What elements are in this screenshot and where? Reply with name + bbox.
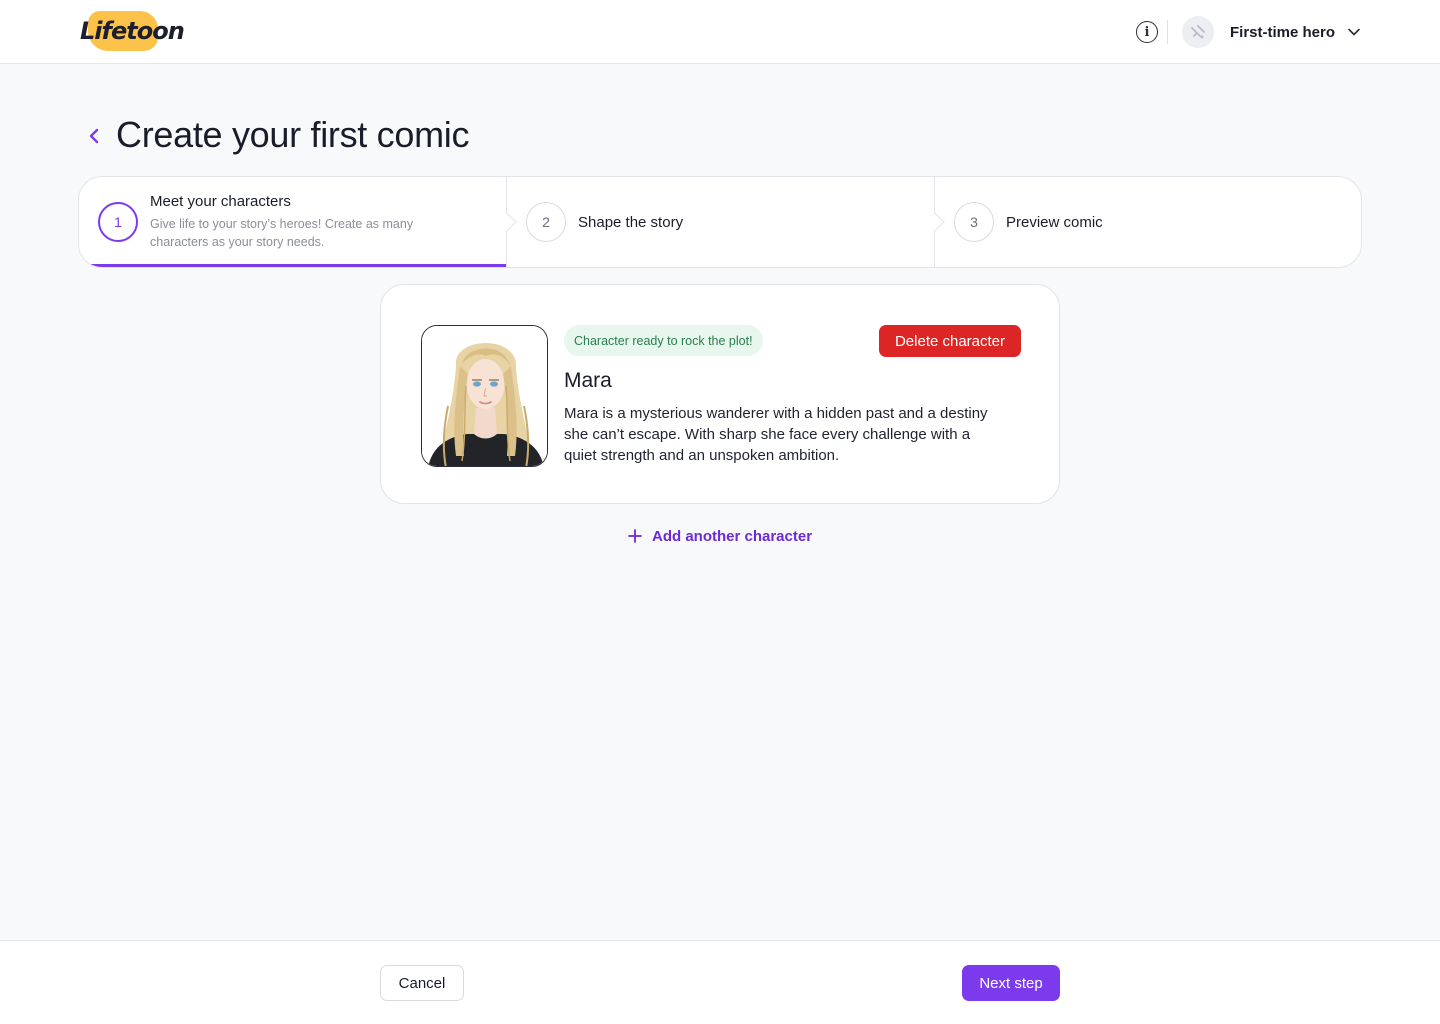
active-step-indicator (79, 264, 507, 267)
top-bar: Lifetoon i First-time hero (0, 0, 1440, 64)
footer-bar: Cancel Next step (0, 940, 1440, 1024)
page-title: Create your first comic (116, 114, 470, 155)
character-description: Mara is a mysterious wanderer with a hid… (564, 405, 988, 464)
character-name: Mara (564, 369, 612, 392)
info-icon[interactable]: i (1136, 21, 1158, 43)
step-meet-characters[interactable]: 1 Meet your characters Give life to your… (79, 177, 507, 267)
step-description: Give life to your story’s heroes! Create… (150, 217, 414, 249)
cancel-button[interactable]: Cancel (380, 965, 464, 1001)
logo-text: Lifetoon (80, 17, 185, 45)
header-divider (1167, 20, 1168, 44)
step-shape-story[interactable]: 2 Shape the story (507, 177, 935, 267)
next-step-button[interactable]: Next step (962, 965, 1060, 1001)
step-number: 2 (526, 202, 566, 242)
add-character-label: Add another character (652, 527, 813, 545)
back-chevron-left-icon[interactable] (84, 124, 104, 148)
step-preview-comic[interactable]: 3 Preview comic (935, 177, 1361, 267)
stepper: 1 Meet your characters Give life to your… (78, 176, 1362, 268)
step-title: Shape the story (578, 213, 684, 231)
step-title: Meet your characters (150, 193, 291, 210)
chevron-down-icon (1347, 25, 1361, 39)
plus-icon (628, 529, 642, 543)
step-number: 3 (954, 202, 994, 242)
add-character-button[interactable]: Add another character (628, 525, 812, 547)
character-portrait[interactable] (421, 325, 548, 467)
user-avatar-icon (1182, 16, 1214, 48)
user-name: First-time hero (1230, 23, 1336, 41)
user-menu[interactable]: First-time hero (1182, 16, 1361, 48)
step-number: 1 (98, 202, 138, 242)
lifetoon-logo[interactable]: Lifetoon (80, 11, 185, 51)
status-badge: Character ready to rock the plot! (564, 325, 763, 356)
character-card: Character ready to rock the plot! Delete… (380, 284, 1060, 504)
delete-character-button[interactable]: Delete character (879, 325, 1021, 357)
step-title: Preview comic (1006, 213, 1103, 231)
